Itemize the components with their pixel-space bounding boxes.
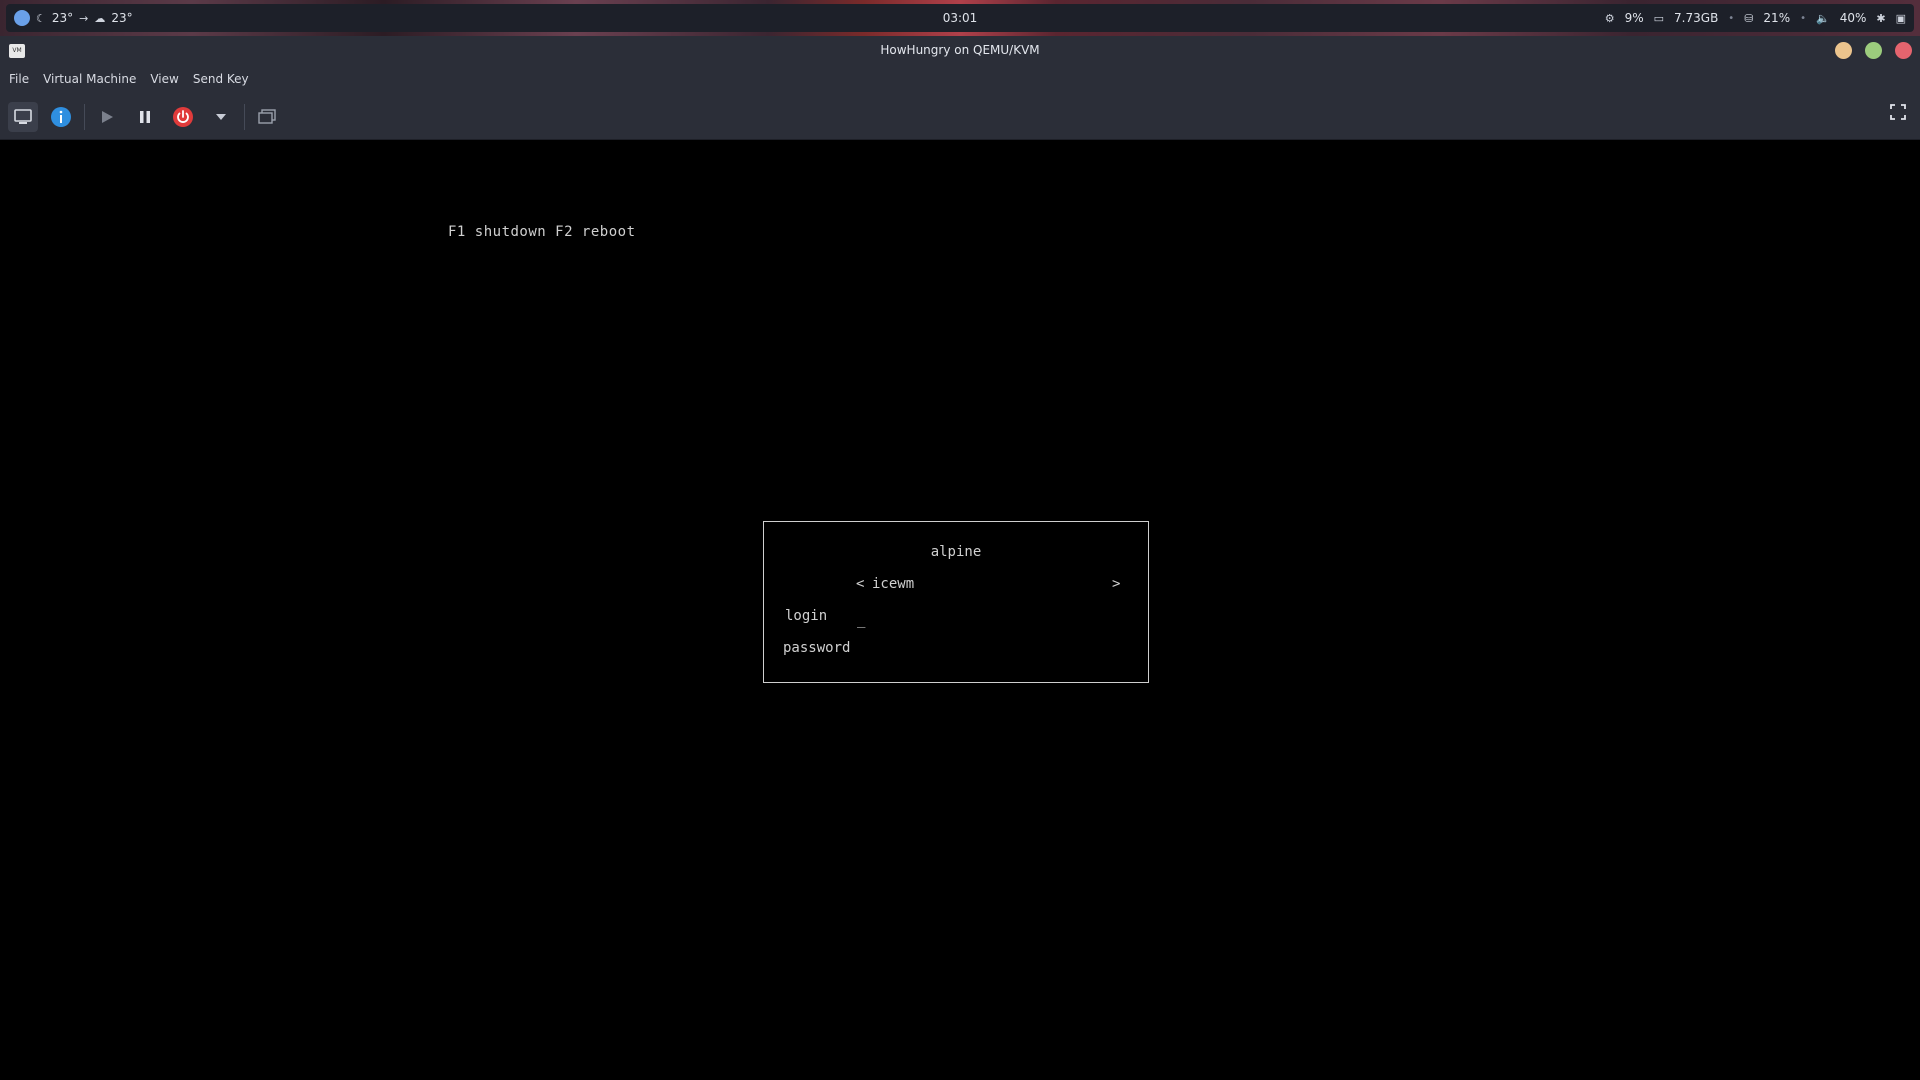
menu-file[interactable]: File: [9, 72, 29, 86]
cpu-usage: 9%: [1624, 11, 1644, 25]
pause-button[interactable]: [130, 102, 160, 132]
pause-icon: [140, 110, 150, 123]
password-label: password: [783, 640, 851, 656]
arrow-right-icon: →: [79, 11, 89, 25]
weather-next: 23°: [111, 11, 133, 25]
close-button[interactable]: [1895, 42, 1912, 59]
login-input[interactable]: _: [857, 612, 865, 628]
session-next-icon[interactable]: >: [1112, 576, 1128, 592]
menu-virtual-machine[interactable]: Virtual Machine: [43, 72, 136, 86]
monitor-icon: [14, 108, 32, 124]
toolbar-separator: [84, 103, 85, 130]
play-icon: [102, 110, 113, 123]
login-label: login: [785, 608, 828, 624]
window-title: HowHungry on QEMU/KVM: [880, 43, 1040, 57]
power-icon: [173, 106, 193, 127]
menu-send-key[interactable]: Send Key: [193, 72, 249, 86]
disk-icon: ⛁: [1744, 11, 1754, 25]
disk-usage: 21%: [1763, 11, 1791, 25]
session-name: icewm: [872, 576, 915, 592]
memory-icon: ▭: [1653, 11, 1665, 25]
snapshots-icon: [258, 108, 276, 124]
volume-icon[interactable]: 🔈: [1816, 12, 1830, 25]
separator-dot: •: [1800, 12, 1806, 24]
toolbar-separator: [244, 103, 245, 130]
fullscreen-icon: [1890, 104, 1906, 120]
maximize-button[interactable]: [1865, 42, 1882, 59]
snapshots-button[interactable]: [252, 102, 282, 132]
vm-console[interactable]: F1 shutdown F2 reboot alpine < icewm > l…: [0, 140, 1920, 1080]
menu-view[interactable]: View: [150, 72, 178, 86]
menubar: File Virtual Machine View Send Key: [0, 64, 1920, 94]
minimize-button[interactable]: [1835, 42, 1852, 59]
login-box: alpine < icewm > login _ password: [763, 521, 1149, 683]
folder-icon[interactable]: ▣: [1896, 12, 1906, 25]
moon-icon: ☾: [36, 11, 46, 25]
info-icon: [51, 106, 71, 127]
show-console-button[interactable]: [8, 101, 38, 132]
bluetooth-icon[interactable]: ✱: [1876, 12, 1885, 25]
chevron-down-icon: [216, 113, 226, 120]
hostname: alpine: [930, 544, 982, 560]
separator-dot: •: [1728, 12, 1735, 24]
weather-now: 23°: [51, 11, 74, 25]
session-prev-icon[interactable]: <: [856, 576, 872, 592]
session-selector[interactable]: < icewm >: [856, 576, 1128, 592]
volume-level[interactable]: 40%: [1840, 11, 1867, 25]
cloud-icon: ☁: [94, 11, 106, 25]
distro-logo-icon[interactable]: [14, 10, 30, 26]
show-details-button[interactable]: [46, 102, 76, 132]
clock[interactable]: 03:01: [943, 11, 978, 25]
run-button[interactable]: [92, 102, 122, 132]
system-top-bar: ☾ 23° → ☁ 23° 03:01 ⚙ 9% ▭ 7.73GB • ⛁ 21…: [6, 4, 1914, 32]
shutdown-menu-button[interactable]: [206, 102, 236, 132]
memory-usage: 7.73GB: [1674, 11, 1719, 25]
virt-manager-app-icon: VM: [9, 44, 25, 58]
window-titlebar[interactable]: VM HowHungry on QEMU/KVM: [0, 36, 1920, 64]
toolbar: [0, 94, 1920, 140]
fullscreen-button[interactable]: [1890, 104, 1906, 124]
shutdown-button[interactable]: [168, 102, 198, 132]
power-hint: F1 shutdown F2 reboot: [448, 224, 636, 240]
cpu-icon: ⚙: [1604, 11, 1615, 25]
